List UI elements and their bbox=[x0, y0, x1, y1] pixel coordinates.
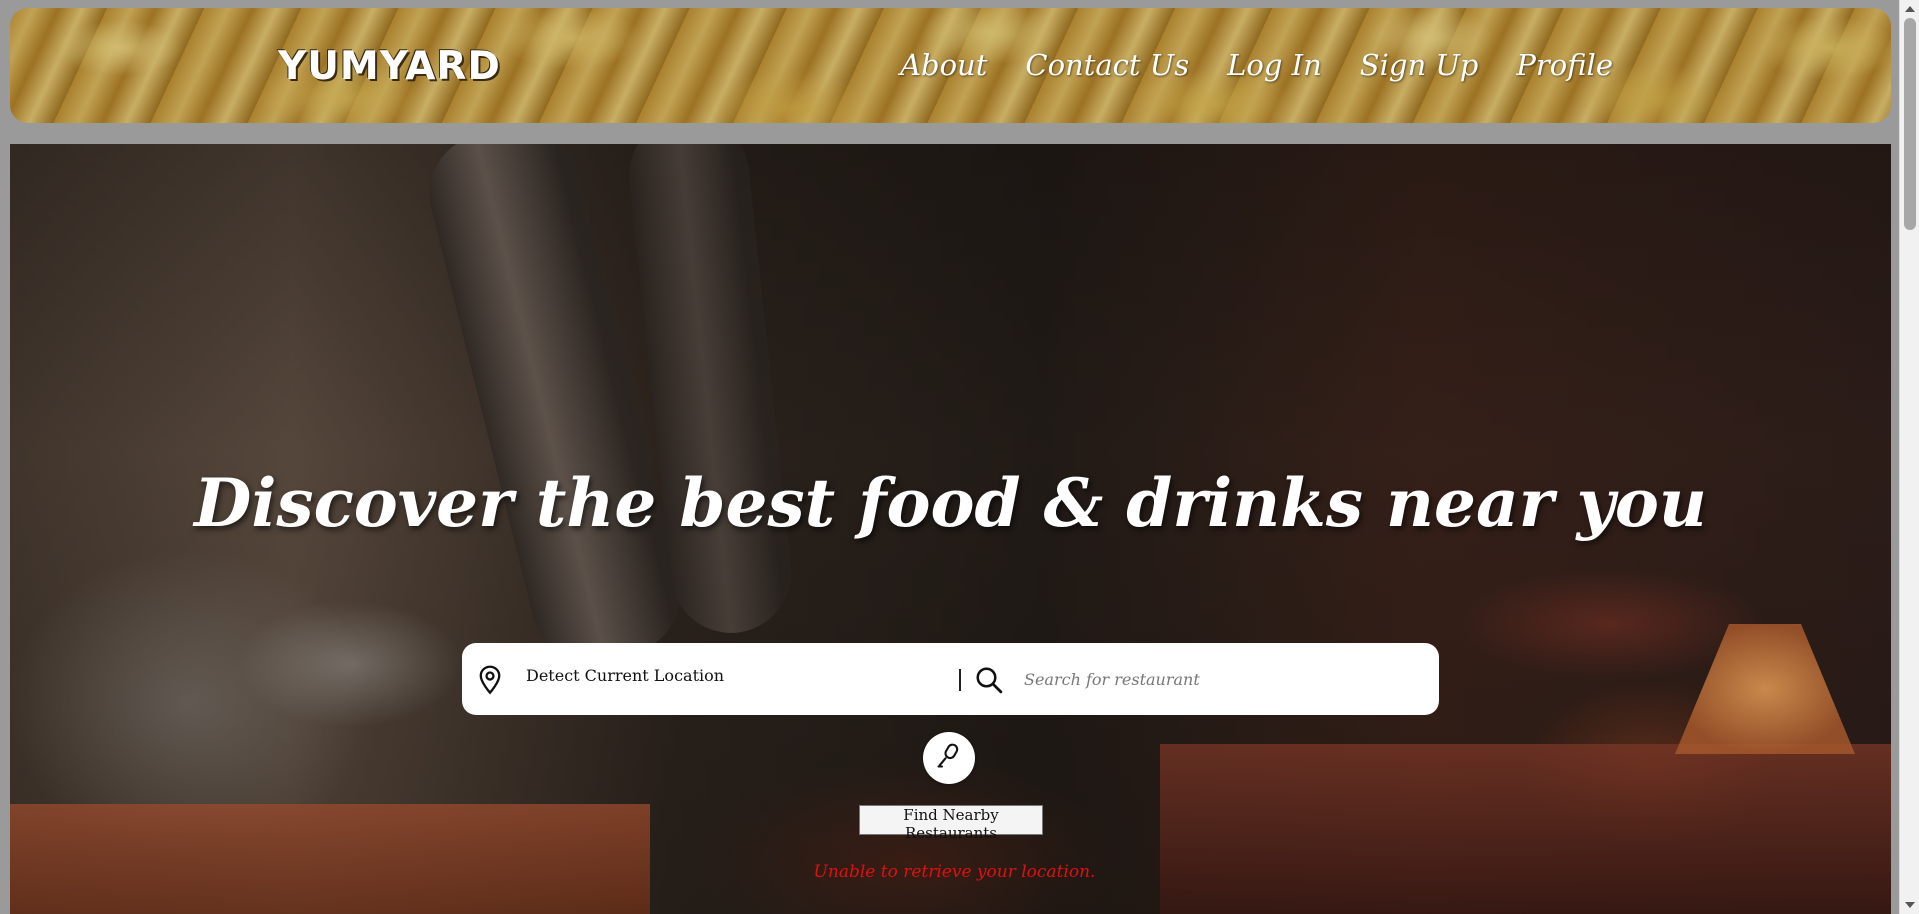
hero-title: Discover the best food & drinks near you bbox=[194, 464, 1707, 542]
voice-search-button[interactable] bbox=[923, 732, 975, 784]
page: YUMYARD About Contact Us Log In Sign Up … bbox=[0, 0, 1919, 914]
nav-login-link[interactable]: Log In bbox=[1227, 48, 1322, 82]
microphone-icon bbox=[935, 742, 963, 774]
search-bar: Detect Current Location bbox=[462, 643, 1439, 715]
restaurant-search-input[interactable] bbox=[1024, 659, 1424, 699]
hero-background-table bbox=[10, 804, 650, 914]
nav-profile-link[interactable]: Profile bbox=[1516, 48, 1613, 82]
nav-links: About Contact Us Log In Sign Up Profile bbox=[900, 48, 1613, 82]
nav-contact-link[interactable]: Contact Us bbox=[1025, 48, 1189, 82]
hero-background-lamp bbox=[1675, 624, 1855, 754]
detect-location-button[interactable]: Detect Current Location bbox=[526, 666, 724, 685]
top-navbar: YUMYARD About Contact Us Log In Sign Up … bbox=[10, 8, 1891, 123]
search-divider bbox=[959, 669, 961, 691]
search-icon[interactable] bbox=[974, 665, 1004, 695]
hero-background-counter bbox=[1160, 744, 1891, 914]
scroll-up-arrow-icon[interactable] bbox=[1905, 6, 1915, 12]
map-pin-icon[interactable] bbox=[476, 665, 504, 695]
scroll-down-arrow-icon[interactable] bbox=[1905, 902, 1915, 908]
find-nearby-restaurants-button[interactable]: Find Nearby Restaurants bbox=[859, 805, 1043, 842]
nav-about-link[interactable]: About bbox=[900, 48, 987, 82]
scrollbar-thumb[interactable] bbox=[1904, 18, 1916, 230]
location-error-message: Unable to retrieve your location. bbox=[813, 862, 1096, 882]
site-logo[interactable]: YUMYARD bbox=[278, 44, 501, 89]
nav-signup-link[interactable]: Sign Up bbox=[1360, 48, 1479, 82]
hero-section: Discover the best food & drinks near you… bbox=[10, 144, 1891, 914]
page-scrollbar[interactable] bbox=[1899, 0, 1919, 914]
